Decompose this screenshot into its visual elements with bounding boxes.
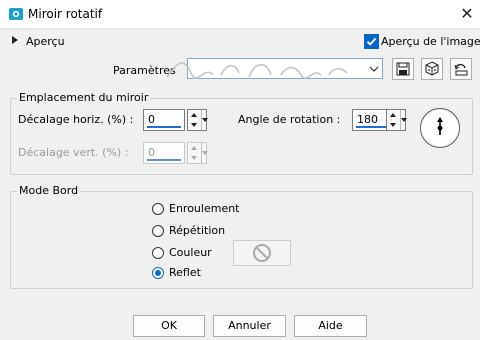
v-offset-input: 0 [143, 142, 185, 164]
radio-enroulement[interactable] [152, 203, 164, 215]
radio-couleur[interactable] [152, 247, 164, 259]
no-color-icon [253, 244, 271, 262]
h-offset-label: Décalage horiz. (%) : [18, 113, 134, 126]
random-button[interactable] [421, 58, 443, 80]
v-offset-value: 0 [148, 146, 155, 159]
radio-repetition-label[interactable]: Répétition [169, 224, 225, 237]
rotation-spinner[interactable] [386, 109, 407, 131]
radio-couleur-label[interactable]: Couleur [169, 246, 212, 259]
rotation-label: Angle de rotation : [238, 113, 341, 126]
preview-label[interactable]: Aperçu [26, 35, 65, 48]
v-offset-label: Décalage vert. (%) : [18, 146, 129, 159]
image-preview-label: Aperçu de l'image [381, 35, 480, 48]
window-title: Miroir rotatif [28, 7, 103, 21]
radio-repetition[interactable] [152, 225, 164, 237]
reset-button[interactable] [450, 58, 472, 80]
reset-icon [454, 63, 468, 76]
params-dropdown-arrow-icon[interactable] [366, 59, 382, 78]
dial-needle-icon [437, 117, 443, 135]
app-icon [8, 6, 24, 22]
image-preview-checkbox[interactable] [364, 34, 379, 49]
v-offset-spinner [187, 142, 208, 164]
mirror-placement-title: Emplacement du miroir [17, 91, 151, 104]
expand-preview-icon[interactable] [10, 35, 20, 48]
radio-reflet-label[interactable]: Reflet [169, 266, 201, 279]
watermark-signature [163, 55, 353, 88]
save-icon [396, 62, 410, 76]
color-swatch [233, 240, 291, 266]
save-preset-button[interactable] [392, 58, 414, 80]
h-offset-input[interactable]: 0 [143, 109, 185, 131]
ok-button[interactable]: OK [133, 315, 205, 337]
h-offset-spinner[interactable] [187, 109, 208, 131]
dice-icon [425, 61, 439, 76]
radio-enroulement-label[interactable]: Enroulement [169, 202, 240, 215]
edge-mode-title: Mode Bord [17, 184, 81, 197]
cancel-button[interactable]: Annuler [213, 315, 286, 337]
help-button[interactable]: Aide [294, 315, 367, 337]
rotation-dial[interactable] [420, 108, 460, 148]
h-offset-value: 0 [148, 113, 155, 126]
rotation-value: 180 [357, 113, 378, 126]
close-button[interactable]: ✕ [456, 3, 478, 25]
radio-reflet[interactable] [152, 267, 164, 279]
